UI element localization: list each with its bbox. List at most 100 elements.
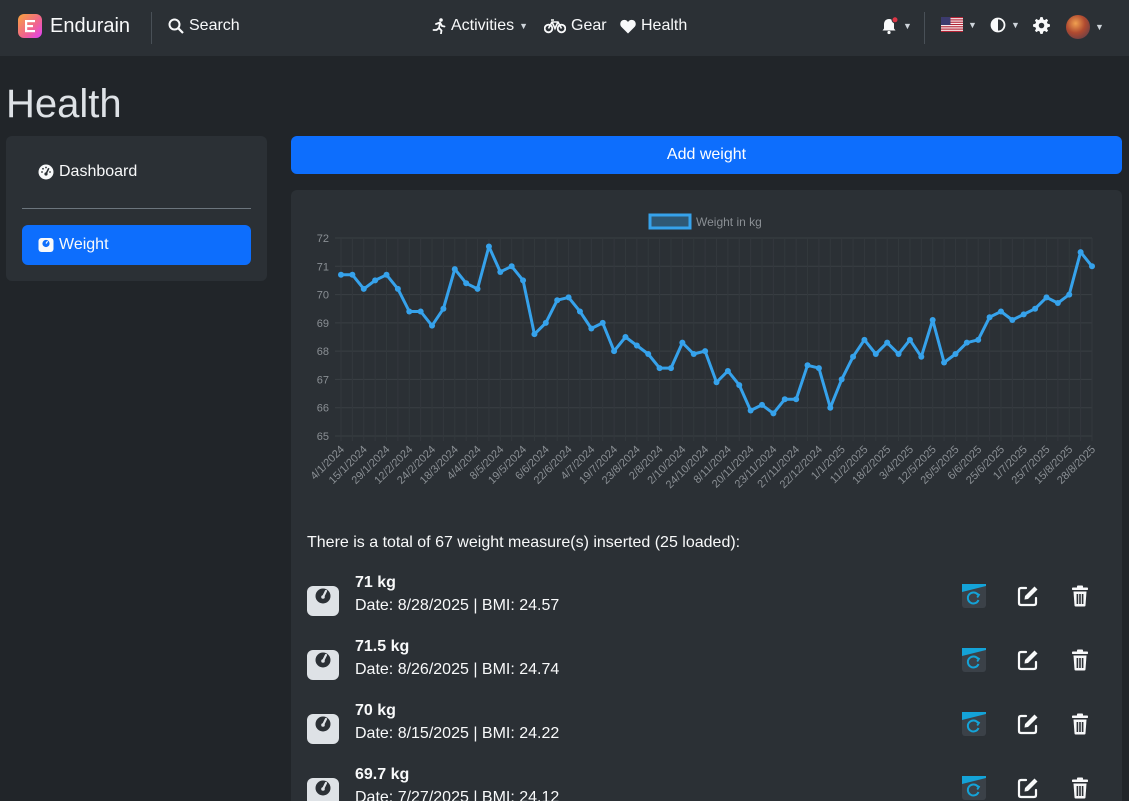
data-point — [633, 342, 640, 349]
data-point — [1066, 291, 1073, 298]
language-dropdown[interactable]: ▼ — [941, 17, 977, 32]
data-point — [372, 277, 379, 284]
data-point — [781, 396, 788, 403]
data-point — [542, 319, 549, 326]
y-tick-label: 66 — [317, 403, 329, 415]
legend-swatch — [648, 213, 692, 230]
notifications-dropdown[interactable]: ▼ — [880, 17, 912, 35]
data-point — [429, 322, 436, 329]
data-point — [1043, 294, 1050, 301]
top-navbar: Endurain Search Activities ▼ Gear Health… — [0, 0, 1129, 56]
y-tick-label: 69 — [317, 318, 329, 330]
data-point — [440, 305, 447, 312]
data-point — [793, 396, 800, 403]
data-point — [474, 285, 481, 292]
data-point — [736, 382, 743, 389]
data-point — [838, 376, 845, 383]
search-link[interactable]: Search — [168, 17, 240, 35]
data-point — [1054, 300, 1061, 307]
health-label: Health — [641, 17, 688, 34]
data-point — [975, 336, 982, 343]
brand-link[interactable]: Endurain — [18, 14, 130, 38]
running-person-icon — [432, 18, 446, 34]
data-point — [520, 277, 527, 284]
health-link[interactable]: Health — [620, 17, 687, 35]
data-point — [804, 362, 811, 369]
data-point — [394, 285, 401, 292]
data-point — [929, 317, 936, 324]
garmin-sync-icon[interactable] — [962, 584, 986, 608]
weight-details: Date: 8/15/2025 | BMI: 24.22 — [355, 725, 560, 742]
data-point — [588, 325, 595, 332]
y-tick-label: 72 — [317, 233, 329, 245]
weight-scale-icon — [307, 714, 339, 744]
data-point — [656, 365, 663, 372]
weight-details: Date: 8/26/2025 | BMI: 24.74 — [355, 661, 560, 678]
nav-divider — [151, 12, 152, 44]
caret-down-icon: ▼ — [968, 19, 977, 30]
caret-down-icon: ▼ — [903, 21, 912, 31]
data-point — [986, 314, 993, 321]
theme-dropdown[interactable]: ▼ — [990, 17, 1020, 33]
endurain-logo-icon — [18, 14, 42, 38]
data-point — [770, 410, 777, 417]
data-point — [1077, 249, 1084, 256]
data-point — [679, 339, 686, 346]
weight-scale-icon — [307, 586, 339, 616]
data-point — [611, 348, 618, 355]
data-point — [667, 365, 674, 372]
data-point — [884, 339, 891, 346]
data-point — [383, 271, 390, 278]
data-point — [759, 401, 766, 408]
activities-dropdown[interactable]: Activities ▼ — [432, 17, 528, 35]
data-point — [724, 367, 731, 374]
garmin-sync-icon[interactable] — [962, 776, 986, 800]
data-point — [406, 308, 413, 315]
gear-link[interactable]: Gear — [544, 17, 607, 35]
user-dropdown[interactable]: ▼ — [1066, 15, 1104, 39]
sidebar-item-label: Weight — [59, 236, 109, 253]
data-point — [713, 379, 720, 386]
gear-icon — [1033, 17, 1050, 34]
sidebar-item-weight[interactable]: Weight — [22, 225, 251, 265]
bell-icon — [882, 17, 898, 35]
data-point — [690, 350, 697, 357]
data-point — [531, 331, 538, 338]
data-point — [497, 268, 504, 275]
settings-link[interactable] — [1033, 17, 1050, 34]
health-sidebar: Dashboard Weight — [6, 136, 267, 281]
data-point — [451, 266, 458, 273]
edit-icon[interactable] — [1016, 776, 1040, 800]
weight-value: 69.7 kg — [355, 766, 410, 783]
brand-name: Endurain — [50, 14, 131, 37]
add-weight-button[interactable]: Add weight — [291, 136, 1122, 174]
page-title: Health — [6, 82, 122, 126]
weight-list-item: 69.7 kg Date: 7/27/2025 | BMI: 24.12 — [307, 766, 1107, 801]
caret-down-icon: ▼ — [519, 21, 529, 31]
bicycle-icon — [544, 19, 566, 34]
weight-list-item: 71.5 kg Date: 8/26/2025 | BMI: 24.74 — [307, 638, 1107, 694]
trash-icon[interactable] — [1068, 776, 1092, 800]
trash-icon[interactable] — [1068, 584, 1092, 608]
weight-scale-icon — [307, 650, 339, 680]
theme-contrast-icon — [990, 17, 1006, 33]
dashboard-icon — [38, 164, 54, 180]
avatar — [1066, 15, 1090, 39]
edit-icon[interactable] — [1016, 712, 1040, 736]
edit-icon[interactable] — [1016, 648, 1040, 672]
edit-icon[interactable] — [1016, 584, 1040, 608]
sidebar-item-label: Dashboard — [59, 163, 138, 180]
data-point — [827, 404, 834, 411]
data-point — [895, 350, 902, 357]
data-point — [815, 365, 822, 372]
sidebar-item-dashboard[interactable]: Dashboard — [22, 152, 251, 192]
data-point — [485, 243, 492, 250]
weight-details: Date: 8/28/2025 | BMI: 24.57 — [355, 597, 560, 614]
sidebar-divider — [22, 208, 251, 209]
garmin-sync-icon[interactable] — [962, 712, 986, 736]
trash-icon[interactable] — [1068, 648, 1092, 672]
trash-icon[interactable] — [1068, 712, 1092, 736]
weight-value: 71 kg — [355, 574, 396, 591]
y-tick-label: 70 — [317, 290, 329, 302]
garmin-sync-icon[interactable] — [962, 648, 986, 672]
